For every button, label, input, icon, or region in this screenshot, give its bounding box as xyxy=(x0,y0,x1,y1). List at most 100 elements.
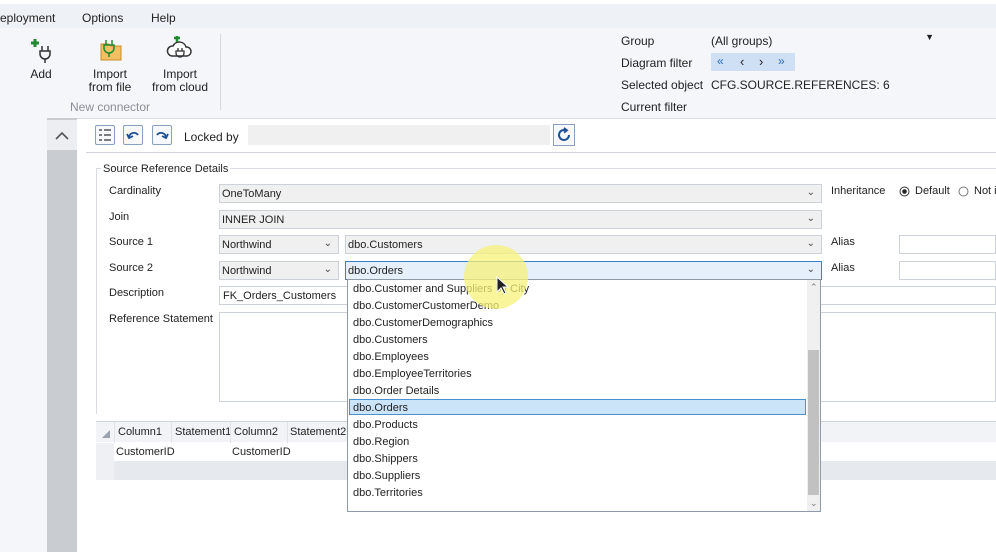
source2-db-select[interactable]: Northwind ⌄ xyxy=(219,261,339,280)
ribbon-group-label: New connector xyxy=(70,100,151,114)
source2-label: Source 2 xyxy=(109,262,154,274)
description-label: Description xyxy=(109,287,165,299)
inheritance-default-label: Default xyxy=(915,185,950,197)
join-select[interactable]: INNER JOIN ⌄ xyxy=(219,210,822,229)
next-button[interactable]: › xyxy=(759,54,763,69)
first-button[interactable]: « xyxy=(717,54,724,68)
collapse-button[interactable] xyxy=(47,120,77,150)
column2-header[interactable]: Column2 xyxy=(234,423,278,441)
cardinality-value: OneToMany xyxy=(222,188,282,200)
locked-by-label: Locked by xyxy=(184,130,239,144)
source1-table-select[interactable]: dbo.Customers ⌄ xyxy=(345,235,822,254)
section-title: Source Reference Details xyxy=(101,163,231,175)
group-label: Group xyxy=(621,34,655,48)
inheritance-not-label: Not i xyxy=(974,185,996,197)
menu-bar: eployment Options Help xyxy=(0,4,996,29)
splitter-bar[interactable] xyxy=(47,118,77,552)
chevron-up-icon xyxy=(55,131,69,140)
source2-db-value: Northwind xyxy=(222,265,272,277)
selected-object-value: CFG.SOURCE.REFERENCES: 6 xyxy=(711,78,890,92)
list-item[interactable]: dbo.Shippers xyxy=(353,453,418,465)
group-select-value: (All groups) xyxy=(711,34,773,48)
list-item[interactable]: dbo.Customers xyxy=(353,334,428,346)
menu-options[interactable]: Options xyxy=(82,11,123,25)
row-header xyxy=(96,443,114,480)
table-cell: CustomerID xyxy=(232,446,291,458)
redo-button[interactable] xyxy=(152,125,172,145)
scroll-down-icon[interactable]: ⌄ xyxy=(810,498,818,509)
statement2-header[interactable]: Statement2 xyxy=(290,423,346,441)
chevron-down-icon: ⌄ xyxy=(323,264,332,275)
group-select[interactable]: (All groups) ▼ xyxy=(708,31,940,49)
refresh-icon xyxy=(558,127,570,141)
chevron-down-icon: ⌄ xyxy=(323,238,332,249)
import-from-cloud-button[interactable]: Import from cloud xyxy=(148,36,212,94)
current-filter-label: Current filter xyxy=(621,100,688,114)
radio-unchecked-icon xyxy=(958,186,969,197)
alias2-label: Alias xyxy=(831,262,855,274)
list-item[interactable]: dbo.EmployeeTerritories xyxy=(353,368,472,380)
properties-button[interactable] xyxy=(95,125,115,145)
list-item[interactable]: dbo.CustomerDemographics xyxy=(353,317,493,329)
source1-table-value: dbo.Customers xyxy=(348,239,423,251)
chevron-down-icon: ⌄ xyxy=(806,264,815,275)
selected-list-item[interactable]: dbo.Orders xyxy=(349,399,806,415)
diagram-filter-label: Diagram filter xyxy=(621,56,693,70)
source2-table-dropdown[interactable]: dbo.Customer and Suppliers by City dbo.C… xyxy=(347,279,821,512)
selected-list-item-label: dbo.Orders xyxy=(353,402,409,414)
chevron-down-icon: ⌄ xyxy=(806,213,815,224)
join-value: INNER JOIN xyxy=(222,214,285,226)
locked-by-field xyxy=(248,125,550,145)
cardinality-select[interactable]: OneToMany ⌄ xyxy=(219,184,822,203)
alias1-input[interactable] xyxy=(899,235,996,254)
import-from-file-button[interactable]: Import from file xyxy=(84,36,136,94)
alias2-input[interactable] xyxy=(899,261,996,280)
scroll-up-icon[interactable]: ⌃ xyxy=(810,282,818,293)
menu-deployment[interactable]: eployment xyxy=(0,11,55,25)
mouse-pointer-icon xyxy=(496,276,510,295)
list-item[interactable]: dbo.Order Details xyxy=(353,385,439,397)
corner-triangle-icon xyxy=(102,430,110,438)
toolbar-divider xyxy=(86,152,996,153)
list-item[interactable]: dbo.Territories xyxy=(353,487,423,499)
list-item[interactable]: dbo.Region xyxy=(353,436,409,448)
menu-help[interactable]: Help xyxy=(151,11,176,25)
chevron-down-icon: ⌄ xyxy=(806,238,815,249)
undo-button[interactable] xyxy=(123,125,143,145)
list-item[interactable]: dbo.Employees xyxy=(353,351,429,363)
prev-button[interactable]: ‹ xyxy=(740,54,744,69)
reference-statement-label: Reference Statement xyxy=(109,313,213,325)
last-button[interactable]: » xyxy=(778,54,785,68)
source1-db-value: Northwind xyxy=(222,239,272,251)
statement1-header[interactable]: Statement1 xyxy=(175,423,231,441)
source2-table-select[interactable]: dbo.Orders ⌄ xyxy=(345,261,822,280)
chevron-down-icon: ▼ xyxy=(925,32,934,42)
list-item[interactable]: dbo.Suppliers xyxy=(353,470,420,482)
redo-icon xyxy=(156,132,169,140)
undo-icon xyxy=(126,132,139,140)
dropdown-scrollbar[interactable]: ⌃ ⌄ xyxy=(807,280,820,511)
ribbon: Add Import from file Import from cloud N… xyxy=(0,28,996,119)
scrollbar-thumb[interactable] xyxy=(808,350,819,495)
left-panel xyxy=(0,118,47,552)
source1-db-select[interactable]: Northwind ⌄ xyxy=(219,235,339,254)
chevron-down-icon: ⌄ xyxy=(806,187,815,198)
list-icon xyxy=(99,129,111,141)
import-from-file-label: Import from file xyxy=(88,67,132,94)
cardinality-label: Cardinality xyxy=(109,185,161,197)
refresh-button[interactable] xyxy=(553,124,575,146)
list-item[interactable]: dbo.Products xyxy=(353,419,418,431)
add-label: Add xyxy=(30,67,52,81)
import-from-cloud-label: Import from cloud xyxy=(151,67,209,94)
ribbon-divider xyxy=(220,34,221,110)
add-plug-icon xyxy=(31,39,51,63)
diagram-filter-nav: « ‹ › » xyxy=(711,53,795,71)
import-file-icon xyxy=(100,40,122,61)
import-cloud-icon xyxy=(166,36,192,58)
column1-header[interactable]: Column1 xyxy=(118,423,162,441)
source1-label: Source 1 xyxy=(109,236,154,248)
inheritance-label: Inheritance xyxy=(831,185,886,197)
table-cell: CustomerID xyxy=(116,446,175,458)
add-button[interactable]: Add xyxy=(22,36,60,81)
join-label: Join xyxy=(109,211,130,223)
